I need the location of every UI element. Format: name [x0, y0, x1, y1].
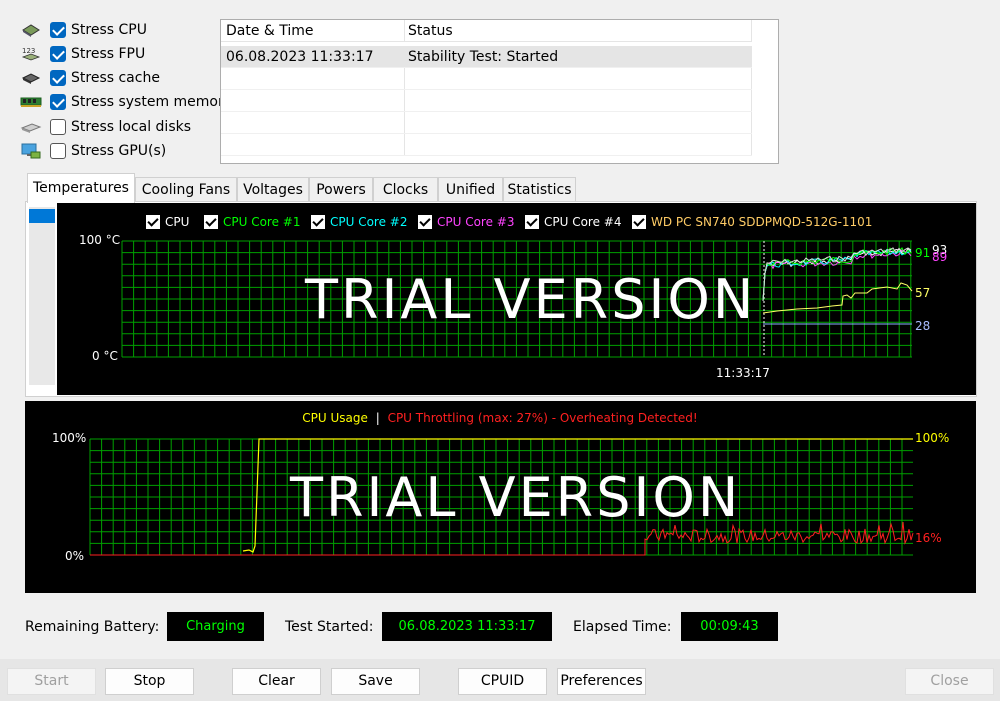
log-header-datetime[interactable]: Date & Time — [221, 20, 405, 41]
usage-y-min-label: 0% — [65, 549, 85, 563]
tab-temperatures[interactable]: Temperatures — [27, 173, 135, 203]
legend-cpu-core1-label: CPU Core #1 — [223, 215, 301, 229]
throttling-current-value: 16% — [915, 531, 942, 545]
stress-memory-option[interactable]: Stress system memory — [20, 91, 232, 113]
legend-disk[interactable]: WD PC SN740 SDDPMQD-512G-1101 — [632, 213, 872, 231]
usage-y-max-label: 100% — [52, 431, 87, 445]
sensor-list[interactable] — [29, 207, 55, 385]
cpuid-button[interactable]: CPUID — [458, 668, 547, 695]
cpu-throttling-title: CPU Throttling (max: 27%) - Overheating … — [387, 411, 698, 425]
legend-cpu-core1-checkbox[interactable] — [204, 215, 218, 229]
legend-cpu-core4[interactable]: CPU Core #4 — [525, 213, 622, 231]
legend-cpu-core3-label: CPU Core #3 — [437, 215, 515, 229]
start-button[interactable]: Start — [7, 668, 96, 695]
battery-value: Charging — [167, 612, 264, 641]
stress-fpu-option[interactable]: 123 Stress FPU — [20, 43, 145, 65]
stress-fpu-label: Stress FPU — [71, 46, 146, 62]
cpu-core1-series — [762, 247, 912, 302]
log-empty-row — [221, 68, 752, 90]
stress-disks-label: Stress local disks — [71, 119, 192, 135]
svg-text:123: 123 — [22, 47, 35, 55]
test-started-value: 06.08.2023 11:33:17 — [382, 612, 552, 641]
stress-cpu-label: Stress CPU — [71, 22, 147, 38]
log-row-status: Stability Test: Started — [405, 46, 752, 67]
tab-powers[interactable]: Powers — [309, 177, 373, 201]
cpu-usage-title-separator: | — [375, 411, 380, 425]
cpu-series — [762, 247, 912, 302]
tab-statistics[interactable]: Statistics — [503, 177, 576, 201]
elapsed-time-value: 00:09:43 — [681, 612, 778, 641]
stress-memory-label: Stress system memory — [71, 94, 233, 110]
save-button[interactable]: Save — [331, 668, 420, 695]
legend-cpu-core4-label: CPU Core #4 — [544, 215, 622, 229]
legend-disk-label: WD PC SN740 SDDPMQD-512G-1101 — [651, 215, 873, 229]
stress-disks-checkbox[interactable] — [50, 119, 66, 135]
stress-gpu-checkbox[interactable] — [50, 143, 66, 159]
cpu-core2-series — [762, 248, 912, 302]
log-header-status[interactable]: Status — [405, 20, 752, 41]
legend-cpu-core3[interactable]: CPU Core #3 — [418, 213, 515, 231]
legend-cpu-core2-checkbox[interactable] — [311, 215, 325, 229]
elapsed-time-label: Elapsed Time: — [573, 619, 672, 635]
stop-button[interactable]: Stop — [105, 668, 194, 695]
stress-memory-checkbox[interactable] — [50, 94, 66, 110]
temp-value-28: 28 — [915, 319, 931, 333]
legend-cpu-core3-checkbox[interactable] — [418, 215, 432, 229]
log-row[interactable]: 06.08.2023 11:33:17 Stability Test: Star… — [221, 46, 752, 68]
temp-value-91: 91 — [915, 246, 931, 260]
log-row-datetime: 06.08.2023 11:33:17 — [221, 46, 405, 67]
stress-gpu-option[interactable]: Stress GPU(s) — [20, 140, 166, 162]
log-empty-row — [221, 134, 752, 156]
temp-value-57: 57 — [915, 286, 931, 300]
tab-voltages[interactable]: Voltages — [237, 177, 309, 201]
stress-fpu-checkbox[interactable] — [50, 46, 66, 62]
tab-unified[interactable]: Unified — [438, 177, 503, 201]
usage-trial-watermark: TRIAL VERSION — [290, 466, 742, 529]
stress-cache-checkbox[interactable] — [50, 70, 66, 86]
legend-cpu-core1[interactable]: CPU Core #1 — [204, 213, 301, 231]
cpu-core4-series — [762, 247, 912, 302]
usage-current-value: 100% — [915, 431, 950, 445]
tab-cooling-fans[interactable]: Cooling Fans — [135, 177, 237, 201]
stress-cache-option[interactable]: Stress cache — [20, 67, 160, 89]
sensor-list-selected-item[interactable] — [29, 209, 55, 223]
stress-cache-label: Stress cache — [71, 70, 160, 86]
legend-cpu-label: CPU — [165, 215, 190, 229]
test-started-label: Test Started: — [285, 619, 374, 635]
memory-module-icon — [20, 94, 42, 110]
temp-y-max-label: 100 °C — [79, 233, 121, 247]
temp-trial-watermark: TRIAL VERSION — [305, 268, 757, 331]
cpu-usage-title: CPU Usage — [302, 411, 368, 425]
preferences-button[interactable]: Preferences — [557, 668, 646, 695]
battery-label: Remaining Battery: — [25, 619, 160, 635]
close-button[interactable]: Close — [905, 668, 994, 695]
monitor-icon — [20, 143, 42, 159]
event-log-table[interactable]: Date & Time Status 06.08.2023 11:33:17 S… — [220, 19, 779, 164]
temp-time-label: 11:33:17 — [716, 366, 770, 380]
stress-disks-option[interactable]: Stress local disks — [20, 116, 191, 138]
tab-clocks[interactable]: Clocks — [373, 177, 438, 201]
log-empty-row — [221, 112, 752, 134]
stress-gpu-label: Stress GPU(s) — [71, 143, 167, 159]
legend-cpu-core2[interactable]: CPU Core #2 — [311, 213, 408, 231]
legend-cpu-checkbox[interactable] — [146, 215, 160, 229]
cache-chip-icon — [20, 70, 42, 86]
legend-cpu-core2-label: CPU Core #2 — [330, 215, 408, 229]
stress-cpu-checkbox[interactable] — [50, 22, 66, 38]
clear-button[interactable]: Clear — [232, 668, 321, 695]
stress-cpu-option[interactable]: Stress CPU — [20, 19, 147, 41]
cpu-usage-graph-title: CPU Usage | CPU Throttling (max: 27%) - … — [0, 411, 1000, 425]
legend-cpu[interactable]: CPU — [146, 213, 189, 231]
cpu-chip-icon — [20, 22, 42, 38]
temp-y-min-label: 0 °C — [92, 349, 118, 363]
log-header-row: Date & Time Status — [221, 20, 752, 42]
legend-disk-checkbox[interactable] — [632, 215, 646, 229]
legend-cpu-core4-checkbox[interactable] — [525, 215, 539, 229]
disk-drive-icon — [20, 119, 42, 135]
fpu-numbers-icon: 123 — [20, 46, 42, 62]
temp-value-89: 89 — [932, 250, 948, 264]
log-empty-row — [221, 90, 752, 112]
